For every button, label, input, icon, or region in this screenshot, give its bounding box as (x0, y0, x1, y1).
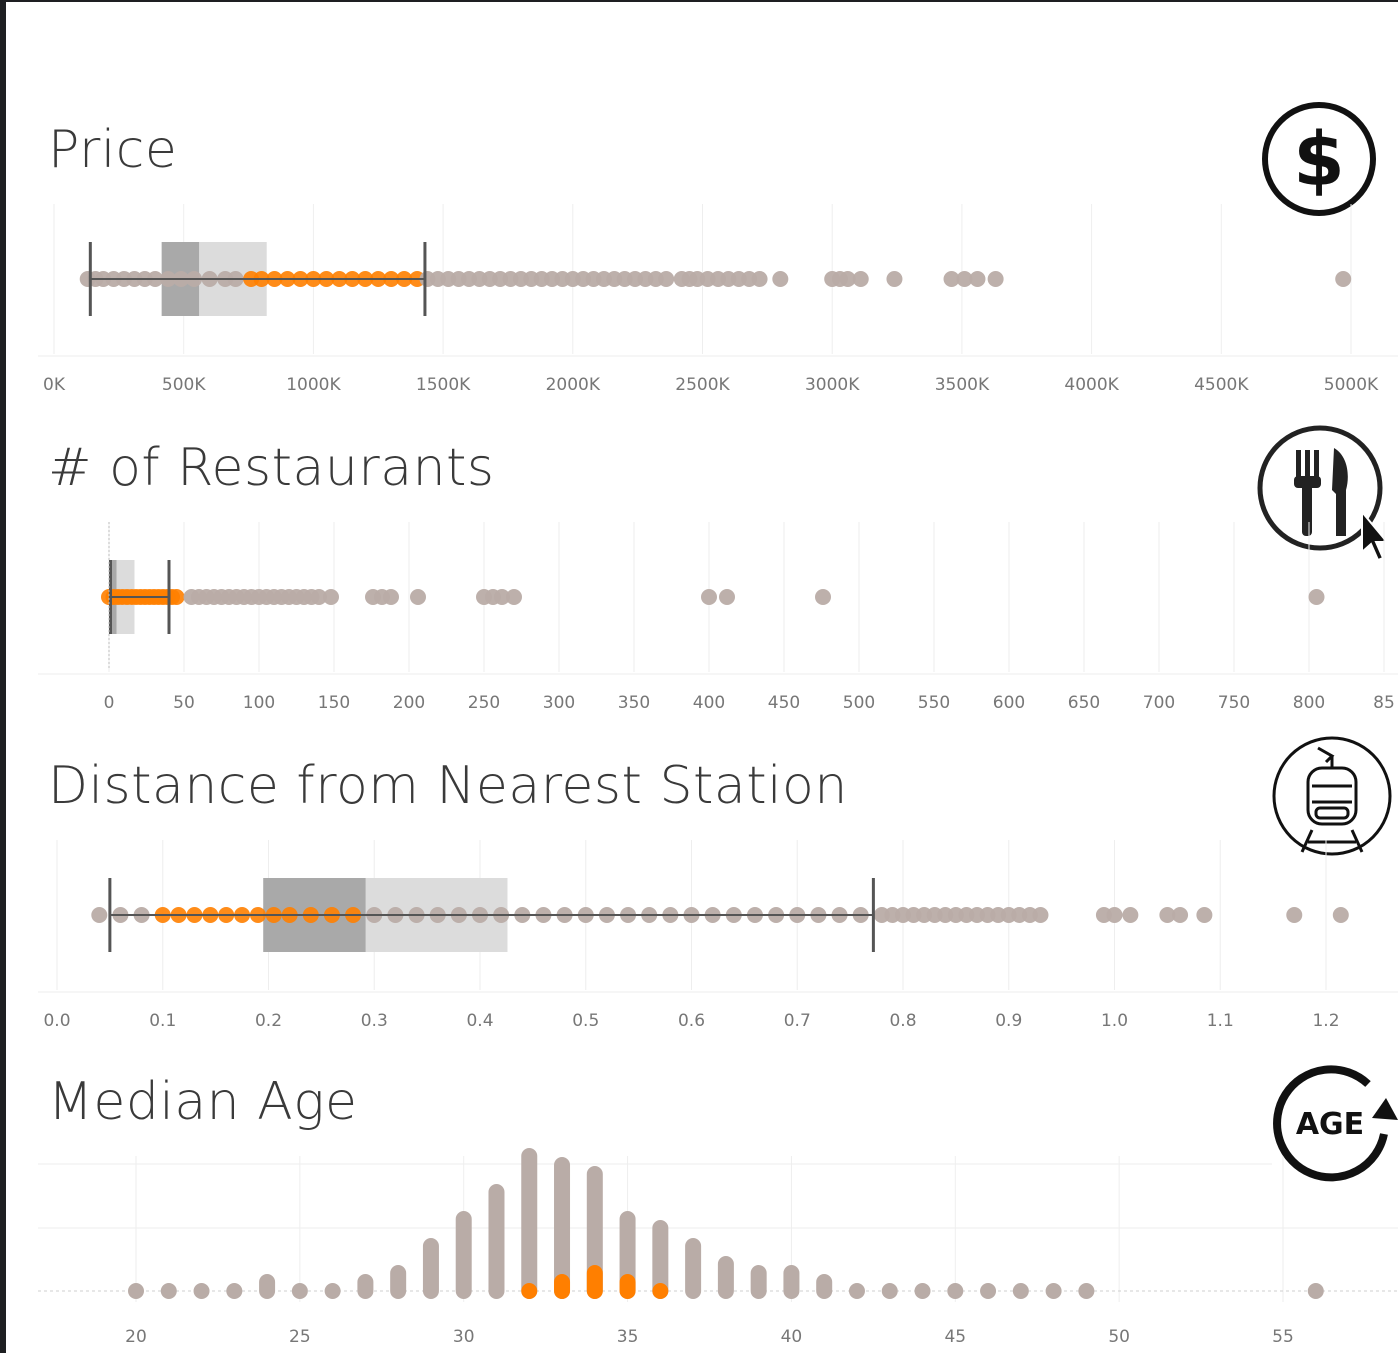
tick-label: 0.1 (149, 1011, 176, 1031)
data-point (1335, 271, 1352, 287)
data-point (1308, 589, 1325, 605)
tick-label: 20 (125, 1327, 147, 1347)
distance-title: Distance from Nearest Station (48, 756, 848, 816)
tick-label: 1000K (286, 375, 341, 395)
tick-label: 1.1 (1207, 1011, 1234, 1031)
tick-label: 800 (1293, 693, 1325, 713)
data-point (1032, 907, 1049, 923)
tick-label: 200 (393, 693, 425, 713)
data-point (751, 271, 768, 287)
age-chart: 20 25 30 35 40 45 50 55 (38, 1148, 1398, 1347)
tick-label: 1.0 (1101, 1011, 1128, 1031)
tick-label: 100 (243, 693, 275, 713)
tick-label: 50 (173, 693, 195, 713)
tick-label: 50 (1108, 1327, 1130, 1347)
highlighted-point (168, 589, 185, 605)
data-point (1106, 907, 1123, 923)
tick-label: 30 (453, 1327, 475, 1347)
data-point (506, 589, 522, 605)
age-title: Median Age (48, 1072, 358, 1132)
tick-label: 0.2 (255, 1011, 282, 1031)
tick-label: 0.9 (995, 1011, 1022, 1031)
tick-label: 4500K (1194, 375, 1249, 395)
data-point (323, 589, 339, 605)
tick-label: 4000K (1064, 375, 1119, 395)
tick-label: 0.0 (43, 1011, 70, 1031)
data-point (719, 589, 735, 605)
svg-text:$: $ (1293, 117, 1345, 203)
tick-label: 35 (617, 1327, 639, 1347)
tick-label: 45 (944, 1327, 966, 1347)
tick-label: 300 (543, 693, 575, 713)
tick-label: 0.6 (678, 1011, 705, 1031)
svg-text:AGE: AGE (1296, 1107, 1364, 1142)
tick-label: 5000K (1324, 375, 1379, 395)
data-point (772, 271, 789, 287)
tick-label: 550 (918, 693, 950, 713)
tick-label: 600 (993, 693, 1025, 713)
dashboard: Price $ 0K 500K 1000K 1500K 2000K 2500K 3000K 3… (6, 2, 1398, 1353)
data-point (701, 589, 717, 605)
tick-label: 55 (1272, 1327, 1294, 1347)
tick-label: 85 (1373, 693, 1395, 713)
tick-label: 25 (289, 1327, 311, 1347)
data-point (91, 907, 108, 923)
tick-label: 0.5 (572, 1011, 599, 1031)
data-point (969, 271, 986, 287)
tick-label: 500K (162, 375, 206, 395)
distance-chart: 0.0 0.1 0.2 0.3 0.4 0.5 0.6 0.7 0.8 0.9 1.0 1.1 1.2 (38, 840, 1398, 1031)
tick-label: 40 (781, 1327, 803, 1347)
tick-label: 150 (318, 693, 350, 713)
tick-label: 750 (1218, 693, 1250, 713)
tick-label: 2500K (675, 375, 730, 395)
price-chart: 0K 500K 1000K 1500K 2000K 2500K 3000K 3500K 4000… (38, 204, 1398, 395)
tick-label: 450 (768, 693, 800, 713)
data-point (410, 589, 426, 605)
tick-label: 0.7 (784, 1011, 811, 1031)
data-point (1122, 907, 1139, 923)
data-point (852, 271, 869, 287)
tick-label: 0.3 (361, 1011, 388, 1031)
tick-label: 0 (104, 693, 115, 713)
tick-label: 2000K (546, 375, 601, 395)
tick-label: 250 (468, 693, 500, 713)
restaurants-title: # of Restaurants (48, 438, 495, 498)
tick-label: 3000K (805, 375, 860, 395)
data-point (1196, 907, 1213, 923)
data-point (815, 589, 831, 605)
data-point (1332, 907, 1349, 923)
data-point (987, 271, 1004, 287)
price-title: Price (48, 120, 178, 180)
data-point (886, 271, 903, 287)
tick-label: 400 (693, 693, 725, 713)
tick-label: 0.4 (466, 1011, 493, 1031)
restaurants-chart: 0 50 100 150 200 250 300 350 400 450 500 550 600 650 7… (38, 522, 1398, 713)
tick-label: 0.8 (889, 1011, 916, 1031)
tick-label: 650 (1068, 693, 1100, 713)
tick-label: 0K (43, 375, 66, 395)
tick-label: 350 (618, 693, 650, 713)
tick-label: 500 (843, 693, 875, 713)
data-point (1172, 907, 1189, 923)
tick-label: 1.2 (1312, 1011, 1339, 1031)
tick-label: 700 (1143, 693, 1175, 713)
data-point (1286, 907, 1303, 923)
tick-label: 1500K (416, 375, 471, 395)
data-point (658, 271, 675, 287)
tick-label: 3500K (935, 375, 990, 395)
data-point (383, 589, 399, 605)
